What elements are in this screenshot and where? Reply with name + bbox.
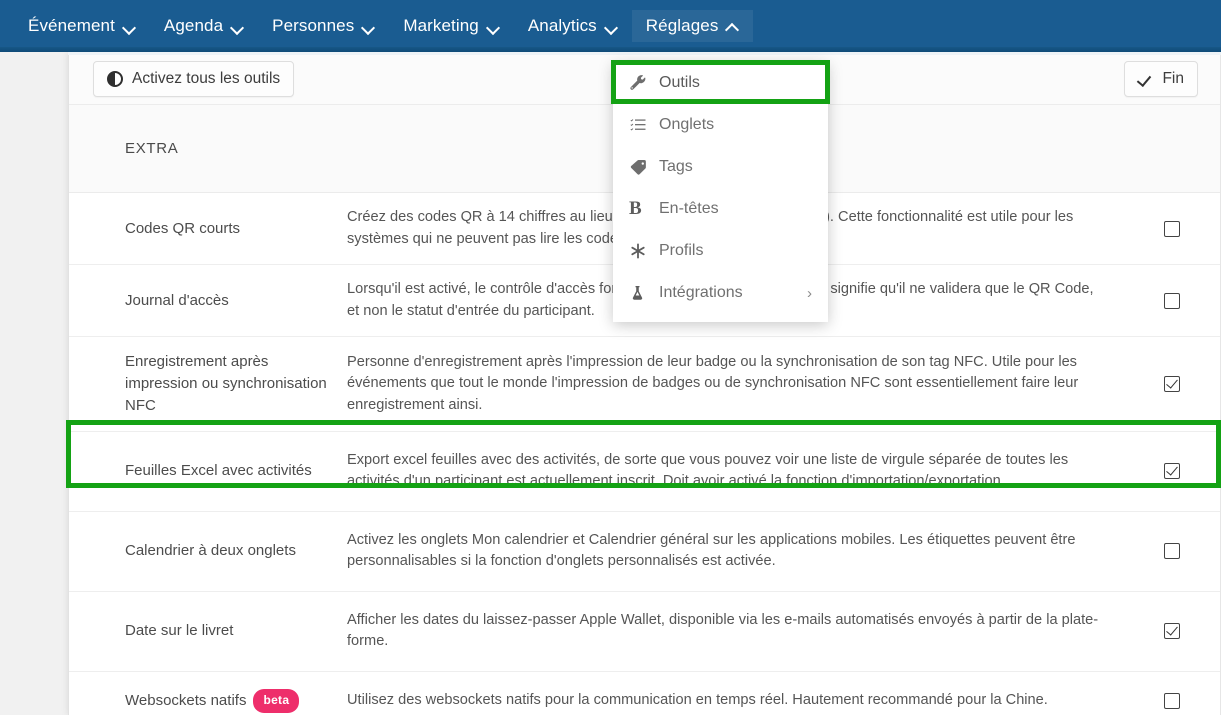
nav-item-evenement[interactable]: Événement [14, 10, 150, 42]
adjust-circle-icon [107, 71, 123, 87]
list-icon [629, 116, 659, 134]
wrench-icon [629, 74, 659, 92]
app-root: Événement Agenda Personnes Marketing Ana… [0, 0, 1221, 715]
flask-icon [629, 284, 659, 302]
row-name: Codes QR courts [125, 219, 241, 237]
dropdown-item-tags[interactable]: Tags [613, 146, 828, 188]
enable-all-tools-label: Activez tous les outils [132, 70, 281, 87]
dropdown-item-outils[interactable]: Outils [613, 62, 828, 104]
row-checkbox-cell [1124, 292, 1220, 309]
dropdown-item-label: Intégrations [659, 284, 743, 301]
row-checkbox-cell [1124, 376, 1220, 392]
row-name: Websockets natifs beta [69, 675, 347, 715]
nav-item-label: Événement [28, 16, 115, 35]
chevron-down-icon [231, 20, 244, 33]
row-checkbox[interactable] [1164, 376, 1180, 392]
nav-item-analytics[interactable]: Analytics [514, 10, 632, 42]
chevron-down-icon [605, 20, 618, 33]
row-checkbox[interactable] [1164, 693, 1180, 710]
done-label: Fin [1162, 70, 1184, 87]
chevron-down-icon [487, 20, 500, 33]
row-checkbox[interactable] [1164, 623, 1180, 640]
table-row[interactable]: Feuilles Excel avec activités Export exc… [69, 431, 1220, 512]
table-row[interactable]: Calendrier à deux onglets Activez les on… [69, 511, 1220, 592]
row-checkbox[interactable] [1164, 543, 1180, 560]
top-navigation-bar: Événement Agenda Personnes Marketing Ana… [0, 0, 1221, 52]
row-description: Activez les onglets Mon calendrier et Ca… [347, 531, 1076, 570]
nav-item-personnes[interactable]: Personnes [258, 10, 389, 42]
nav-item-label: Personnes [272, 16, 355, 35]
table-row[interactable]: Enregistrement après impression ou synch… [69, 337, 1220, 432]
scrolled-content-edge [68, 52, 1221, 55]
dropdown-item-label: En-têtes [659, 200, 719, 217]
row-name: Enregistrement après impression ou synch… [125, 353, 327, 414]
row-name: Feuilles Excel avec activités [125, 462, 312, 480]
row-checkbox-cell [1124, 543, 1220, 560]
done-button[interactable]: Fin [1124, 61, 1198, 97]
row-checkbox[interactable] [1164, 292, 1180, 309]
chevron-up-icon [726, 20, 739, 33]
asterisk-icon [629, 242, 659, 260]
row-checkbox[interactable] [1164, 220, 1180, 237]
tag-icon [629, 158, 659, 177]
section-title: EXTRA [125, 140, 179, 157]
row-description: Utilisez des websockets natifs pour la c… [347, 692, 1048, 709]
chevron-down-icon [362, 20, 375, 33]
beta-badge: beta [253, 688, 300, 714]
dropdown-item-label: Profils [659, 242, 704, 259]
nav-item-label: Agenda [163, 16, 224, 35]
row-name: Journal d'accès [125, 291, 229, 309]
table-row[interactable]: Date sur le livret Afficher les dates du… [69, 591, 1220, 672]
nav-item-label: Marketing [403, 16, 479, 35]
row-checkbox-cell [1124, 220, 1220, 237]
dropdown-item-label: Onglets [659, 116, 715, 133]
row-checkbox-cell [1124, 463, 1220, 480]
row-description: Afficher les dates du laissez-passer App… [347, 611, 1099, 650]
nav-item-label: Analytics [527, 16, 597, 35]
dropdown-item-en-tetes[interactable]: B En-têtes [613, 188, 828, 230]
dropdown-item-integrations[interactable]: Intégrations › [613, 272, 828, 314]
enable-all-tools-button[interactable]: Activez tous les outils [93, 61, 295, 97]
dropdown-item-label: Outils [659, 74, 700, 91]
row-description: Export excel feuilles avec des activités… [347, 451, 1069, 490]
check-icon [1138, 72, 1153, 87]
nav-item-label: Réglages [645, 16, 719, 35]
reglages-dropdown-menu: Outils Onglets Tags B En-têtes Profils I… [613, 62, 828, 322]
chevron-right-icon: › [807, 284, 812, 302]
dropdown-item-label: Tags [659, 158, 693, 175]
nav-item-marketing[interactable]: Marketing [389, 10, 514, 42]
row-description: Personne d'enregistrement après l'impres… [347, 353, 1079, 413]
table-row[interactable]: Websockets natifs beta Utilisez des webso… [69, 671, 1220, 715]
nav-item-reglages[interactable]: Réglages [631, 10, 754, 42]
dropdown-item-profils[interactable]: Profils [613, 230, 828, 272]
row-checkbox-cell [1124, 693, 1220, 710]
row-checkbox-cell [1124, 623, 1220, 640]
row-name: Date sur le livret [125, 622, 234, 640]
row-checkbox[interactable] [1164, 463, 1180, 480]
dropdown-item-onglets[interactable]: Onglets [613, 104, 828, 146]
nav-item-agenda[interactable]: Agenda [150, 10, 258, 42]
row-name: Calendrier à deux onglets [125, 542, 296, 560]
chevron-down-icon [123, 20, 136, 33]
row-name-text: Websockets natifs [125, 692, 247, 710]
bold-b-icon: B [629, 198, 642, 219]
